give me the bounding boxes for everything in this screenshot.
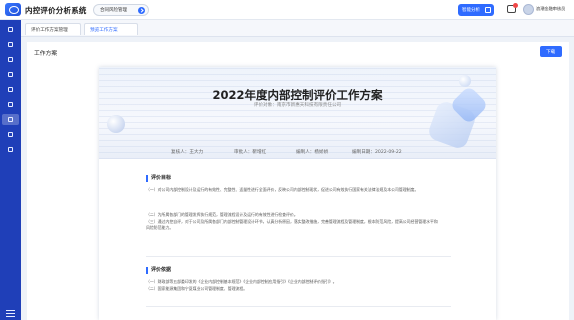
analysis-icon xyxy=(485,7,491,13)
avatar[interactable] xyxy=(523,4,534,15)
section-heading: 评价目标 xyxy=(146,175,171,182)
module-select[interactable]: 合同风险管理 xyxy=(93,4,149,16)
sidebar xyxy=(0,20,21,320)
module-select-value: 合同风险管理 xyxy=(100,8,127,13)
app-title: 内控评价分析系统 xyxy=(25,6,87,15)
sidebar-item-archive[interactable] xyxy=(2,144,19,155)
section-heading: 评价依据 xyxy=(146,267,171,274)
notification-badge xyxy=(513,3,518,8)
gear-icon xyxy=(8,102,13,107)
top-bar: 内控评价分析系统 合同风险管理 智能分析 浪潮金融审核员 xyxy=(0,0,574,20)
smart-analysis-button[interactable]: 智能分析 xyxy=(458,4,494,16)
apps-icon xyxy=(8,42,13,47)
archive-icon xyxy=(8,147,13,152)
document-title: 2022年度内部控制评价工作方案 xyxy=(212,88,383,102)
sidebar-item-apps[interactable] xyxy=(2,39,19,50)
document-preview[interactable]: 2022年度内部控制评价工作方案 评价对象：南京市新惠天科技有限责任公司 复核人… xyxy=(99,67,496,320)
file-icon xyxy=(8,87,13,92)
document-icon xyxy=(8,57,13,62)
paragraph: （二）为所属各部门的管理发挥执行规范，管理流程设计及运行的有效性进行检查评价。 xyxy=(146,212,298,217)
grid-icon xyxy=(8,27,13,32)
app-logo-icon xyxy=(5,3,21,16)
paragraph: （一）对公司内部控制设计及运行的有效性、完整性、适量性进行全面评价，反映公司内部… xyxy=(146,187,419,192)
page-title: 工作方案 xyxy=(34,51,58,57)
section-basis: 评价依据 （一）财政部等五部委印发的《企业内部控制基本规范》《企业内部控制应用指… xyxy=(146,267,451,307)
paragraph: （一）财政部等五部委印发的《企业内部控制基本规范》《企业内部控制应用指引》《企业… xyxy=(146,279,337,284)
sidebar-item-reports[interactable] xyxy=(2,129,19,140)
calendar-icon xyxy=(8,72,13,77)
section-objectives: 评价目标 （一）对公司内部控制设计及运行的有效性、完整性、适量性进行全面评价，反… xyxy=(146,175,451,257)
decorative-sphere xyxy=(107,115,125,133)
decorative-sphere xyxy=(459,75,471,87)
smart-analysis-label: 智能分析 xyxy=(462,7,480,13)
export-button[interactable]: 下载 xyxy=(540,46,562,57)
date: 编制日期：2022-09-22 xyxy=(352,150,402,155)
paragraph: （二）国家能源集团和宁夏煤业公司管理制度、管理流程。 xyxy=(146,286,248,291)
user-name[interactable]: 浪潮金融审核员 xyxy=(536,6,565,12)
chevron-down-icon xyxy=(138,7,145,14)
main-panel: 工作方案 下载 2022年度内部控制评价工作方案 评价对象：南京市新惠天科技有限… xyxy=(27,42,569,320)
sidebar-item-evaluation[interactable] xyxy=(2,114,19,125)
tab-bar: 评价工作方案管理 预览工作方案 xyxy=(21,20,574,37)
tab-preview-plan[interactable]: 预览工作方案 xyxy=(84,23,138,35)
sidebar-item-records[interactable] xyxy=(2,84,19,95)
sidebar-item-dashboard[interactable] xyxy=(2,24,19,35)
sidebar-item-calendar[interactable] xyxy=(2,69,19,80)
export-label: 下载 xyxy=(546,49,556,55)
collapse-menu-icon[interactable] xyxy=(6,310,15,317)
tab-label: 评价工作方案管理 xyxy=(31,27,68,33)
sidebar-item-documents[interactable] xyxy=(2,54,19,65)
tab-plan-management[interactable]: 评价工作方案管理 xyxy=(25,23,81,35)
approver: 审批人：靳增红 xyxy=(234,150,267,155)
report-icon xyxy=(8,132,13,137)
clipboard-icon xyxy=(8,117,13,122)
document-cover: 2022年度内部控制评价工作方案 评价对象：南京市新惠天科技有限责任公司 复核人… xyxy=(99,67,496,159)
tab-label: 预览工作方案 xyxy=(90,27,118,33)
paragraph: （三）通过内控自评，对于公司及所属各部门内部控制管理设计环节，认真分析原因，落实… xyxy=(146,219,438,231)
reviewer: 复核人：王大力 xyxy=(171,150,204,155)
editor: 编制人：杨娇娇 xyxy=(296,150,329,155)
sidebar-item-settings[interactable] xyxy=(2,99,19,110)
document-subject: 评价对象：南京市新惠天科技有限责任公司 xyxy=(253,103,342,108)
